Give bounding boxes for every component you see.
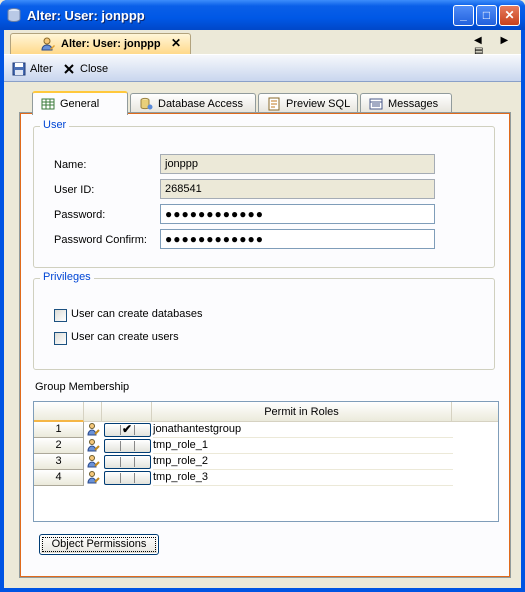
- create-users-label[interactable]: User can create users: [71, 331, 179, 343]
- save-disk-icon: [12, 62, 26, 76]
- close-button[interactable]: Close: [62, 61, 108, 77]
- role-name: tmp_role_3: [153, 470, 453, 486]
- toolbar: Alter Close: [4, 54, 521, 82]
- group-membership-grid[interactable]: Permit in Roles 1 ✔ jonathantestgroup 2 …: [33, 401, 499, 522]
- name-label: Name:: [54, 159, 87, 171]
- row-number: 4: [34, 470, 84, 486]
- grid-header: Permit in Roles: [34, 402, 498, 422]
- sql-icon: [268, 97, 280, 110]
- user-edit-icon: [41, 37, 55, 51]
- role-permit-checkbox[interactable]: [104, 439, 151, 453]
- messages-icon: [369, 98, 383, 109]
- tab-database-access[interactable]: Database Access: [130, 93, 256, 113]
- database-access-icon: [140, 97, 153, 109]
- role-name: tmp_role_2: [153, 454, 453, 470]
- table-icon: [41, 98, 55, 110]
- password-field[interactable]: ●●●●●●●●●●●●: [160, 204, 435, 224]
- user-legend: User: [40, 119, 70, 131]
- document-tab-strip: Alter: User: jonppp ✕ ◀ ▶ ▤: [4, 30, 521, 57]
- maximize-button[interactable]: □: [476, 5, 497, 26]
- close-x-icon: [64, 64, 74, 74]
- group-membership-label: Group Membership: [35, 381, 130, 393]
- tab-messages-label: Messages: [388, 97, 439, 110]
- tab-preview-sql-label: Preview SQL: [286, 97, 351, 110]
- minimize-button[interactable]: _: [453, 5, 474, 26]
- grid-check-header: [102, 402, 152, 422]
- role-permit-checkbox[interactable]: ✔: [104, 422, 151, 437]
- editor-panel: General Database Access Preview SQL Mess…: [8, 87, 517, 585]
- password-label: Password:: [54, 209, 106, 221]
- window-close-button[interactable]: ✕: [499, 5, 520, 26]
- role-permit-checkbox[interactable]: [104, 471, 151, 485]
- role-icon: [87, 455, 100, 468]
- privileges-legend: Privileges: [40, 271, 94, 283]
- permit-in-roles-header[interactable]: Permit in Roles: [152, 402, 452, 422]
- table-row[interactable]: 1 ✔ jonathantestgroup: [34, 422, 454, 438]
- alter-button[interactable]: Alter: [12, 61, 53, 77]
- main-window: Alter: User: jonppp _ □ ✕ Alter: User: j…: [0, 0, 525, 592]
- grid-corner: [34, 402, 84, 422]
- document-tab-label: Alter: User: jonppp: [61, 38, 161, 50]
- role-permit-checkbox[interactable]: [104, 455, 151, 469]
- role-name: tmp_role_1: [153, 438, 453, 454]
- user-groupbox: User Name: jonppp User ID: 268541 Passwo…: [33, 119, 495, 268]
- window-title: Alter: User: jonppp: [27, 8, 145, 23]
- object-permissions-button[interactable]: Object Permissions: [39, 534, 159, 555]
- table-row[interactable]: 3 tmp_role_2: [34, 454, 454, 470]
- tab-general[interactable]: General: [32, 91, 128, 115]
- role-icon: [87, 471, 100, 484]
- role-icon: [87, 439, 100, 452]
- database-app-icon: [7, 8, 21, 23]
- title-bar[interactable]: Alter: User: jonppp _ □ ✕: [0, 0, 525, 30]
- general-tab-body: User Name: jonppp User ID: 268541 Passwo…: [19, 112, 511, 578]
- role-name: jonathantestgroup: [153, 422, 453, 438]
- table-row[interactable]: 2 tmp_role_1: [34, 438, 454, 454]
- name-field: jonppp: [160, 154, 435, 174]
- role-icon: [87, 423, 100, 436]
- alter-label: Alter: [30, 63, 53, 75]
- grid-icon-header: [84, 402, 102, 422]
- row-number: 2: [34, 438, 84, 454]
- window-client: Alter: User: jonppp ✕ ◀ ▶ ▤ Alter Close: [4, 30, 521, 588]
- row-number: 3: [34, 454, 84, 470]
- create-users-checkbox[interactable]: [54, 332, 67, 345]
- userid-field: 268541: [160, 179, 435, 199]
- tab-messages[interactable]: Messages: [360, 93, 452, 113]
- userid-label: User ID:: [54, 184, 95, 196]
- close-label: Close: [80, 63, 109, 75]
- table-row[interactable]: 4 tmp_role_3: [34, 470, 454, 486]
- password-confirm-field[interactable]: ●●●●●●●●●●●●: [160, 229, 435, 249]
- document-tab-close-icon[interactable]: ✕: [171, 36, 181, 50]
- tab-preview-sql[interactable]: Preview SQL: [258, 93, 358, 113]
- document-tab[interactable]: Alter: User: jonppp ✕: [10, 33, 191, 54]
- tab-database-access-label: Database Access: [158, 97, 243, 110]
- privileges-groupbox: Privileges User can create databases Use…: [33, 271, 495, 370]
- password-confirm-label: Password Confirm:: [54, 234, 147, 246]
- create-databases-checkbox[interactable]: [54, 309, 67, 322]
- row-number: 1: [34, 422, 84, 438]
- create-databases-label[interactable]: User can create databases: [71, 308, 202, 320]
- tab-general-label: General: [60, 98, 100, 110]
